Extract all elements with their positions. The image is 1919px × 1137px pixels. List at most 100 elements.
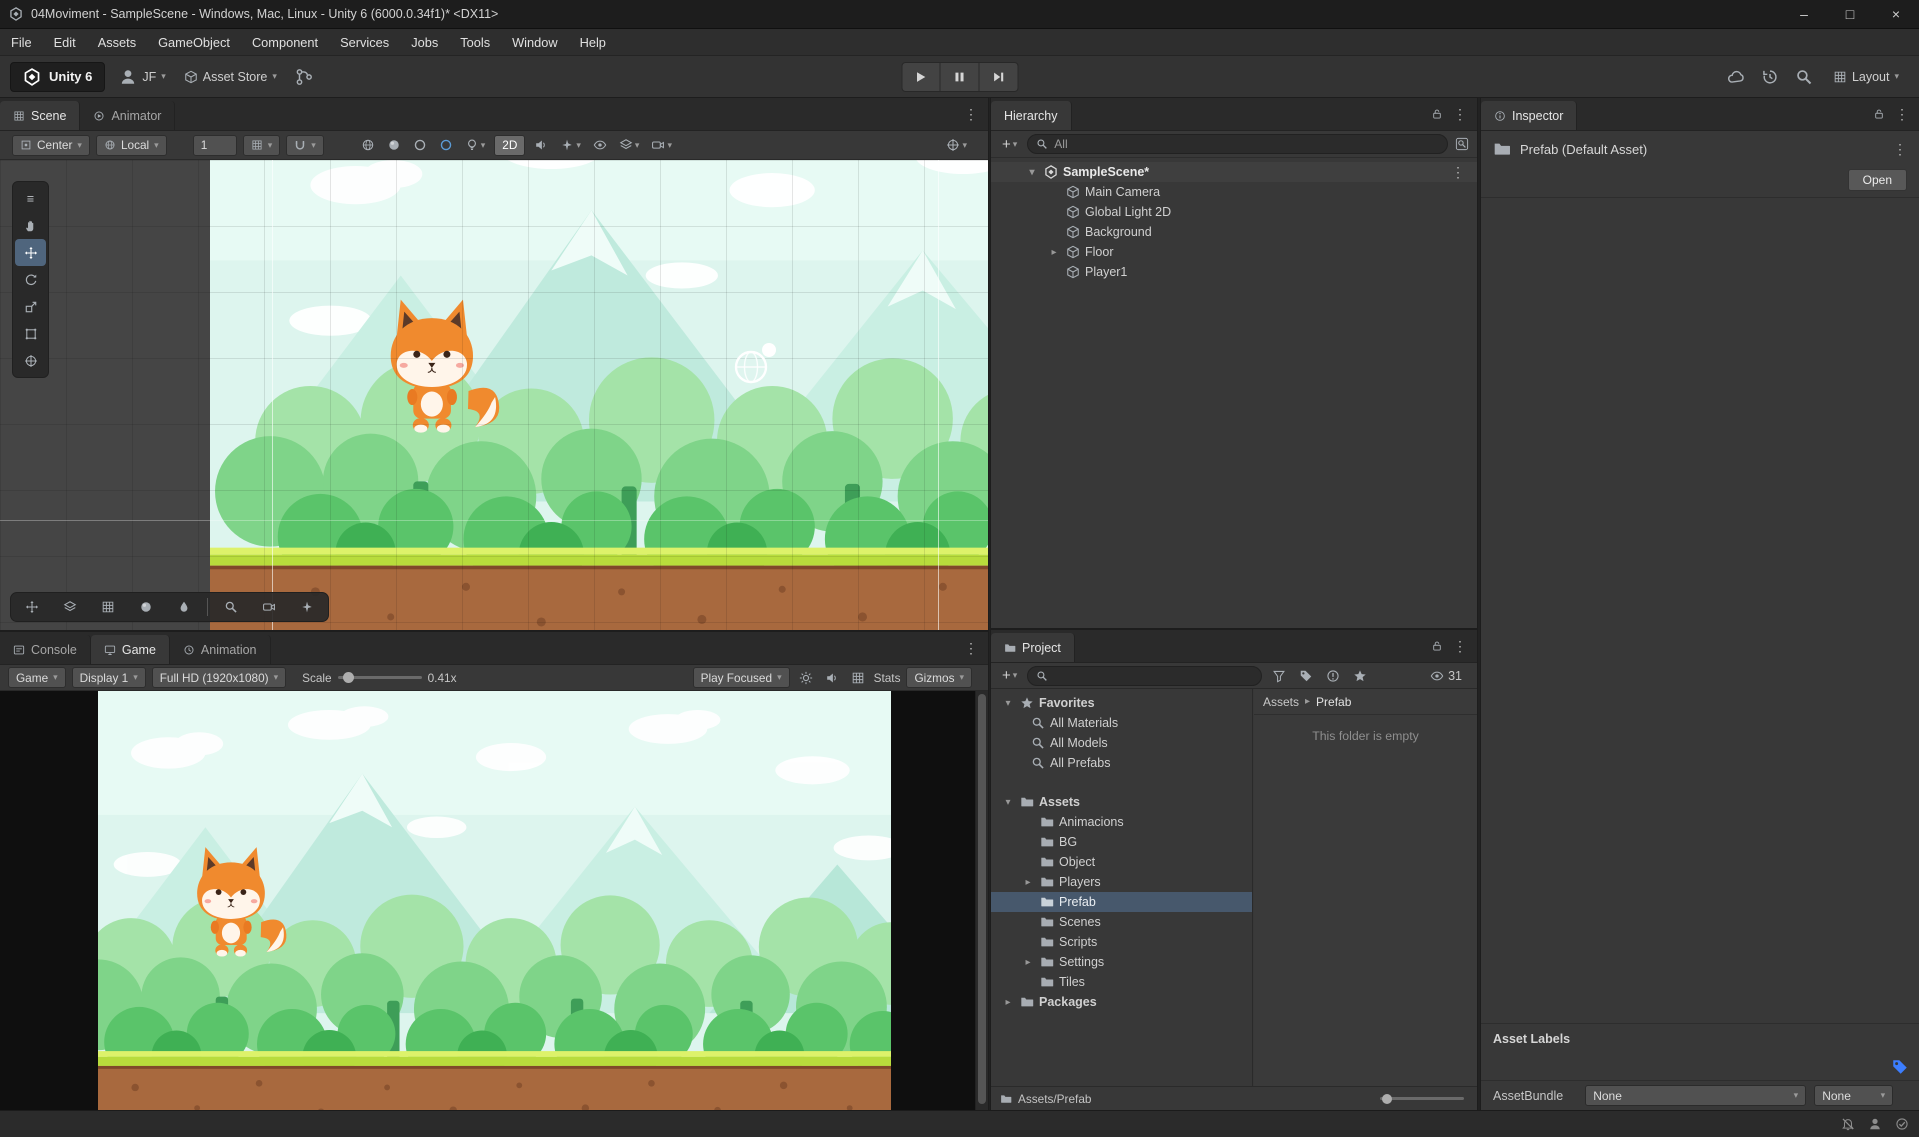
scale-slider[interactable] bbox=[338, 676, 422, 679]
folder-animacions[interactable]: Animacions bbox=[991, 812, 1252, 832]
folder-scenes[interactable]: Scenes bbox=[991, 912, 1252, 932]
scene-viewport[interactable]: ≡ bbox=[0, 160, 988, 630]
scene-foldout-icon[interactable]: ▾ bbox=[1025, 167, 1039, 178]
rect-tool-button[interactable] bbox=[15, 320, 46, 347]
asset-label-tag-icon[interactable] bbox=[1891, 1058, 1909, 1076]
overlay-paint-button[interactable] bbox=[169, 595, 199, 619]
assetbundle-variant-dropdown[interactable]: None ▾ bbox=[1814, 1085, 1893, 1106]
menu-assets[interactable]: Assets bbox=[87, 29, 147, 55]
scene-lighting-toggle[interactable] bbox=[436, 134, 456, 156]
assets-root[interactable]: ▾ Assets bbox=[991, 792, 1252, 812]
tools-overlay-handle[interactable]: ≡ bbox=[15, 185, 46, 212]
overlay-move-button[interactable] bbox=[17, 595, 47, 619]
gizmos-visibility-dropdown[interactable]: ▾ bbox=[943, 134, 970, 156]
assetbundle-dropdown[interactable]: None ▾ bbox=[1585, 1085, 1806, 1106]
hierarchy-item-global-light[interactable]: Global Light 2D bbox=[991, 202, 1477, 222]
vsync-toggle[interactable] bbox=[796, 667, 816, 689]
search-icon[interactable] bbox=[1795, 68, 1813, 86]
notifications-muted-icon[interactable] bbox=[1841, 1117, 1855, 1131]
skybox-toggle[interactable] bbox=[358, 134, 378, 156]
search-alert-button[interactable] bbox=[1323, 665, 1343, 687]
grid-size-field[interactable]: 1 bbox=[193, 135, 237, 156]
resolution-dropdown[interactable]: Full HD (1920x1080) ▾ bbox=[152, 667, 286, 688]
minimize-button[interactable]: – bbox=[1781, 0, 1827, 28]
tab-animator[interactable]: Animator bbox=[80, 101, 175, 130]
effects-dropdown[interactable]: ▾ bbox=[557, 134, 584, 156]
undo-history-icon[interactable] bbox=[1761, 68, 1779, 86]
scene-row-menu-icon[interactable]: ⋮ bbox=[1451, 165, 1465, 179]
menu-window[interactable]: Window bbox=[501, 29, 569, 55]
hierarchy-item-player1[interactable]: Player1 bbox=[991, 262, 1477, 282]
scene-audio-toggle[interactable] bbox=[531, 134, 551, 156]
overlay-grid-button[interactable] bbox=[93, 595, 123, 619]
play-focused-dropdown[interactable]: Play Focused ▾ bbox=[693, 667, 790, 688]
status-check-icon[interactable] bbox=[1895, 1117, 1909, 1131]
hierarchy-lock-icon[interactable] bbox=[1431, 108, 1443, 120]
scrollbar-thumb[interactable] bbox=[978, 694, 986, 1104]
layout-dropdown[interactable]: Layout ▾ bbox=[1829, 62, 1903, 92]
inspector-header-menu-icon[interactable]: ⋮ bbox=[1893, 142, 1907, 156]
tab-project[interactable]: Project bbox=[991, 633, 1075, 662]
game-target-dropdown[interactable]: Game ▾ bbox=[8, 667, 66, 688]
tool-pivot-dropdown[interactable]: Center ▾ bbox=[12, 135, 90, 156]
tab-scene[interactable]: Scene bbox=[0, 101, 80, 130]
search-by-label-button[interactable] bbox=[1296, 665, 1316, 687]
folder-settings[interactable]: ▸ Settings bbox=[991, 952, 1252, 972]
version-control-button[interactable] bbox=[291, 62, 317, 92]
settings-foldout-icon[interactable]: ▸ bbox=[1021, 957, 1035, 968]
menu-component[interactable]: Component bbox=[241, 29, 329, 55]
hierarchy-scene-row[interactable]: ▾ SampleScene* ⋮ bbox=[991, 162, 1477, 182]
menu-jobs[interactable]: Jobs bbox=[400, 29, 449, 55]
view-tool-button[interactable] bbox=[15, 212, 46, 239]
favorite-all-prefabs[interactable]: All Prefabs bbox=[991, 753, 1252, 773]
tab-inspector[interactable]: Inspector bbox=[1481, 101, 1577, 130]
menu-help[interactable]: Help bbox=[569, 29, 617, 55]
favorites-foldout-icon[interactable]: ▾ bbox=[1001, 698, 1015, 709]
project-create-button[interactable]: + ▾ bbox=[999, 665, 1020, 687]
pause-button[interactable] bbox=[940, 62, 979, 92]
tab-hierarchy[interactable]: Hierarchy bbox=[991, 101, 1072, 130]
floor-foldout-icon[interactable]: ▸ bbox=[1047, 247, 1061, 258]
project-menu-icon[interactable]: ⋮ bbox=[1453, 639, 1467, 653]
overlay-terrain-button[interactable] bbox=[55, 595, 85, 619]
hidden-objects-toggle[interactable] bbox=[590, 134, 610, 156]
folder-prefab-selected[interactable]: Prefab bbox=[991, 892, 1252, 912]
game-gizmos-dropdown[interactable]: Gizmos ▾ bbox=[906, 667, 972, 688]
hierarchy-item-floor[interactable]: ▸ Floor bbox=[991, 242, 1477, 262]
game-panel-menu-icon[interactable]: ⋮ bbox=[964, 641, 978, 655]
project-lock-icon[interactable] bbox=[1431, 640, 1443, 652]
favorite-all-materials[interactable]: All Materials bbox=[991, 713, 1252, 733]
collab-account-icon[interactable] bbox=[1868, 1117, 1882, 1131]
grid-visual-dropdown[interactable]: ▾ bbox=[243, 135, 281, 156]
lighting-dropdown[interactable]: ▾ bbox=[462, 134, 489, 156]
assets-foldout-icon[interactable]: ▾ bbox=[1001, 797, 1015, 808]
overlay-particles-button[interactable] bbox=[292, 595, 322, 619]
close-button[interactable]: × bbox=[1873, 0, 1919, 28]
menu-edit[interactable]: Edit bbox=[43, 29, 87, 55]
hierarchy-picker-icon[interactable] bbox=[1455, 137, 1469, 151]
inspector-lock-icon[interactable] bbox=[1873, 108, 1885, 120]
overlay-search-button[interactable] bbox=[216, 595, 246, 619]
menu-gameobject[interactable]: GameObject bbox=[147, 29, 241, 55]
cloud-icon[interactable] bbox=[1727, 68, 1745, 86]
hierarchy-search-input[interactable]: All bbox=[1027, 134, 1448, 154]
scene-panel-menu-icon[interactable]: ⋮ bbox=[964, 107, 978, 121]
hierarchy-menu-icon[interactable]: ⋮ bbox=[1453, 107, 1467, 121]
tool-rotation-dropdown[interactable]: Local ▾ bbox=[96, 135, 167, 156]
unity-version-chip[interactable]: Unity 6 bbox=[10, 62, 105, 92]
packages-root[interactable]: ▸ Packages bbox=[991, 992, 1252, 1012]
game-viewport[interactable] bbox=[0, 691, 988, 1110]
menu-services[interactable]: Services bbox=[329, 29, 400, 55]
folder-players[interactable]: ▸ Players bbox=[991, 872, 1252, 892]
overlay-sphere-button[interactable] bbox=[131, 595, 161, 619]
stats-button[interactable]: Stats bbox=[874, 671, 901, 685]
snap-settings-dropdown[interactable]: ▾ bbox=[286, 135, 324, 156]
packages-foldout-icon[interactable]: ▸ bbox=[1001, 997, 1015, 1008]
transform-tool-button[interactable] bbox=[15, 347, 46, 374]
play-button[interactable] bbox=[901, 62, 940, 92]
folder-bg[interactable]: BG bbox=[991, 832, 1252, 852]
tab-animation[interactable]: Animation bbox=[170, 635, 271, 664]
hierarchy-item-main-camera[interactable]: Main Camera bbox=[991, 182, 1477, 202]
mode-2d-toggle[interactable]: 2D bbox=[494, 135, 525, 156]
scene-camera-dropdown[interactable]: ▾ bbox=[648, 134, 675, 156]
